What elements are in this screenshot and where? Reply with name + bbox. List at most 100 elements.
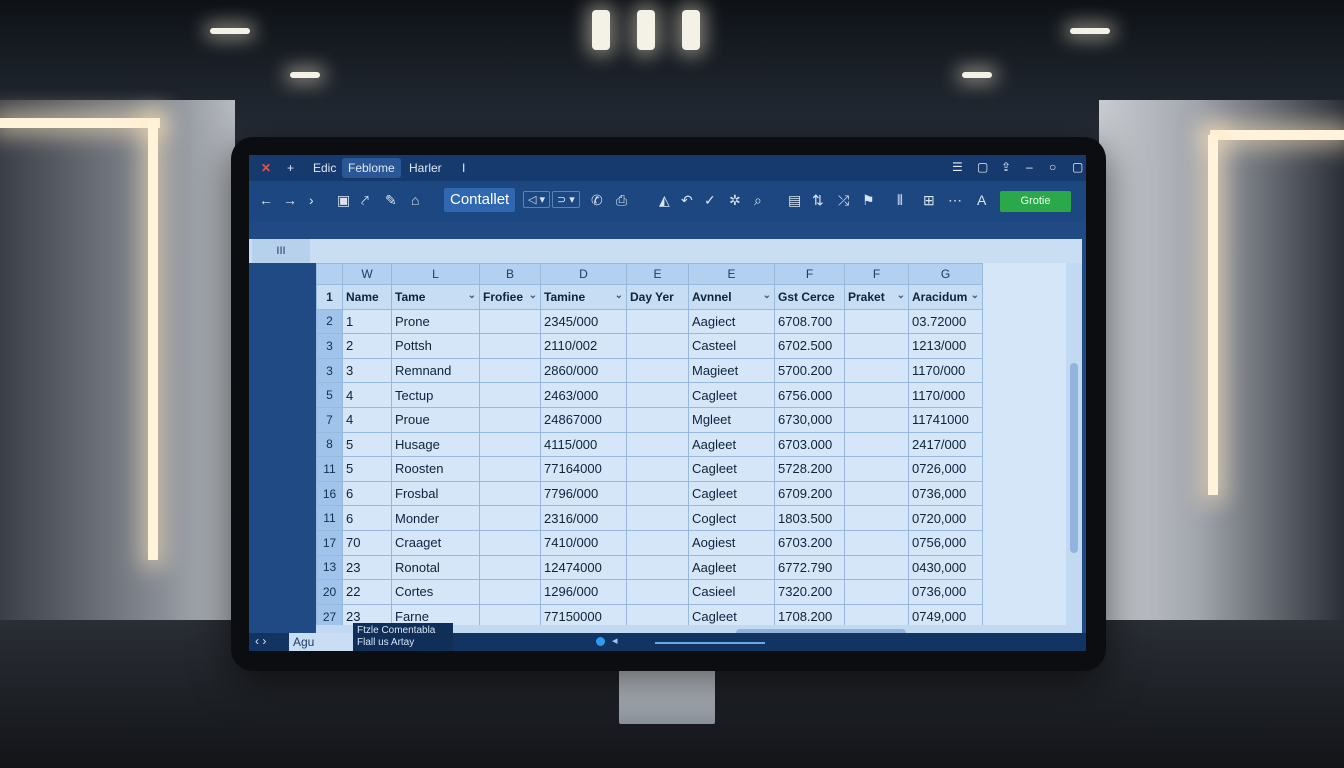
row-number[interactable]: 16 [316, 480, 343, 507]
table-cell[interactable] [479, 456, 541, 482]
sheet-icon[interactable]: ▤ [788, 192, 801, 209]
print-icon[interactable]: ⎙ [616, 192, 627, 209]
header-cell[interactable]: Avnnel ⌄ [688, 284, 775, 310]
table-cell[interactable]: 2417/000 [908, 431, 983, 458]
share-icon[interactable]: ⇪ [1001, 160, 1011, 174]
table-cell[interactable]: 2345/000 [540, 308, 627, 335]
header-cell[interactable]: Praket ⌄ [844, 284, 909, 310]
table-cell[interactable]: 6772.790 [774, 554, 845, 581]
row-number[interactable]: 8 [316, 431, 343, 458]
table-cell[interactable]: 03.72000 [908, 308, 983, 335]
table-cell[interactable] [626, 333, 689, 359]
table-cell[interactable]: 70 [342, 529, 392, 556]
table-cell[interactable]: Farne [391, 603, 480, 625]
header-cell[interactable]: Frofiee ⌄ [479, 284, 541, 310]
table-cell[interactable]: Aogiest [688, 529, 775, 556]
table-cell[interactable]: 6756.000 [774, 382, 845, 408]
table-cell[interactable] [844, 406, 909, 433]
restore-icon[interactable]: ○ [1049, 160, 1056, 174]
header-cell[interactable]: Tamine ⌄ [540, 284, 627, 310]
table-cell[interactable]: Pottsh [391, 333, 480, 359]
sheet-nav-arrows[interactable]: ‹ › [255, 634, 266, 648]
zoom-dropdown[interactable]: ⊃ ▾ [552, 191, 580, 208]
undo-icon[interactable]: ↶ [681, 192, 693, 209]
bucket-icon[interactable]: ◭ [659, 192, 670, 209]
green-action-button[interactable]: Grotie [1000, 191, 1071, 212]
table-cell[interactable] [626, 406, 689, 433]
table-cell[interactable]: Cagleet [688, 603, 775, 625]
table-cell[interactable]: 1296/000 [540, 579, 627, 605]
table-cell[interactable] [844, 333, 909, 359]
table-cell[interactable]: 4 [342, 382, 392, 408]
new-tab-icon[interactable]: + [287, 161, 294, 175]
table-cell[interactable]: Husage [391, 431, 480, 458]
row-number[interactable]: 7 [316, 406, 343, 433]
home-icon[interactable]: ⌂ [411, 192, 419, 208]
sheet-tab[interactable]: Agu [289, 633, 357, 651]
table-cell[interactable]: 77164000 [540, 456, 627, 482]
table-cell[interactable]: 7796/000 [540, 480, 627, 507]
table-cell[interactable]: 6 [342, 505, 392, 531]
table-cell[interactable]: Cagleet [688, 480, 775, 507]
table-cell[interactable] [844, 579, 909, 605]
table-cell[interactable] [844, 357, 909, 384]
table-cell[interactable] [844, 382, 909, 408]
row-number[interactable]: 3 [316, 357, 343, 384]
table-cell[interactable] [479, 603, 541, 625]
phone-icon[interactable]: ✆ [591, 192, 603, 209]
send-icon[interactable]: ◂ [612, 634, 618, 647]
table-cell[interactable]: 7320.200 [774, 579, 845, 605]
contallet-button[interactable]: Contallet [444, 188, 516, 212]
table-cell[interactable]: 7410/000 [540, 529, 627, 556]
tab-active[interactable]: Feblome [342, 158, 401, 178]
header-cell[interactable]: Day Yer [626, 284, 689, 310]
table-cell[interactable]: Cagleet [688, 456, 775, 482]
table-cell[interactable] [844, 603, 909, 625]
table-cell[interactable] [626, 505, 689, 531]
row-number[interactable]: 13 [316, 554, 343, 581]
table-cell[interactable]: 6702.500 [774, 333, 845, 359]
search-icon[interactable]: ⌕ [754, 192, 762, 209]
table-cell[interactable]: 1708.200 [774, 603, 845, 625]
flag-icon[interactable]: ⚑ [862, 192, 875, 209]
table-cell[interactable]: 0720,000 [908, 505, 983, 531]
corner-cell[interactable] [316, 263, 343, 285]
table-cell[interactable] [479, 308, 541, 335]
maximize-icon[interactable]: ▢ [1072, 160, 1083, 174]
column-header[interactable]: E [688, 263, 775, 285]
table-cell[interactable] [626, 480, 689, 507]
table-cell[interactable]: Remnand [391, 357, 480, 384]
header-cell[interactable]: Name [342, 284, 392, 310]
table-cell[interactable] [479, 333, 541, 359]
chevron-right-icon[interactable]: › [309, 192, 314, 208]
table-cell[interactable]: Prone [391, 308, 480, 335]
pencil-icon[interactable]: ✎ [385, 192, 397, 209]
table-cell[interactable]: 1 [342, 308, 392, 335]
table-cell[interactable]: 5 [342, 431, 392, 458]
table-cell[interactable] [479, 480, 541, 507]
table-cell[interactable] [626, 603, 689, 625]
table-cell[interactable] [479, 357, 541, 384]
table-cell[interactable]: Ronotal [391, 554, 480, 581]
table-cell[interactable]: 11741000 [908, 406, 983, 433]
table-cell[interactable]: 4115/000 [540, 431, 627, 458]
table-cell[interactable] [479, 529, 541, 556]
table-cell[interactable]: Aagleet [688, 431, 775, 458]
table-cell[interactable] [626, 579, 689, 605]
table-cell[interactable]: Aagleet [688, 554, 775, 581]
table-cell[interactable]: 0749,000 [908, 603, 983, 625]
table-cell[interactable] [479, 431, 541, 458]
text-icon[interactable]: A [977, 192, 986, 208]
column-header[interactable]: F [774, 263, 845, 285]
table-cell[interactable]: 1213/000 [908, 333, 983, 359]
menu-harler[interactable]: Harler [409, 161, 442, 175]
table-cell[interactable]: 12474000 [540, 554, 627, 581]
name-box[interactable]: III [252, 239, 310, 263]
shuffle-icon[interactable]: ⤮ [838, 192, 849, 209]
column-header[interactable]: F [844, 263, 909, 285]
header-cell[interactable]: Tame ⌄ [391, 284, 480, 310]
filter-dropdown-icon[interactable]: ⌄ [763, 290, 771, 301]
table-cell[interactable]: 2463/000 [540, 382, 627, 408]
table-cell[interactable] [844, 529, 909, 556]
table-cell[interactable]: 6703.200 [774, 529, 845, 556]
